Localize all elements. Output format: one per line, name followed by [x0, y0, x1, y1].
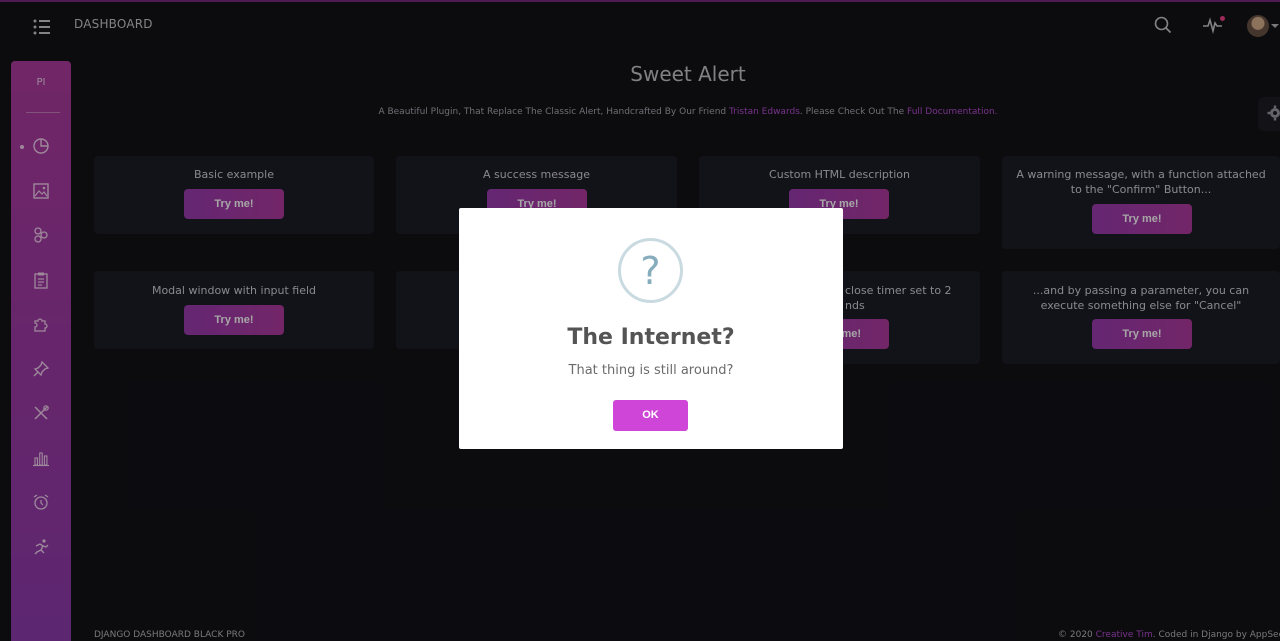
ok-button[interactable]: OK [613, 400, 688, 431]
question-icon: ? [618, 238, 683, 303]
question-glyph: ? [640, 249, 661, 293]
modal-text: That thing is still around? [568, 363, 734, 378]
sweet-alert-modal: ? The Internet? That thing is still arou… [459, 208, 843, 449]
modal-title: The Internet? [567, 325, 735, 350]
